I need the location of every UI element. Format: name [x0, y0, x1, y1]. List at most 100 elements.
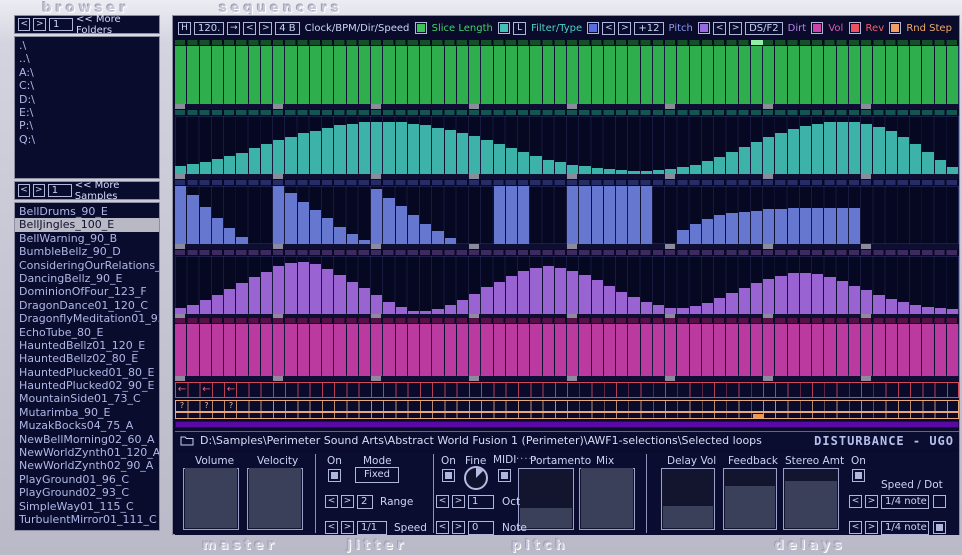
- step-bar[interactable]: [249, 324, 260, 376]
- step-bar[interactable]: [775, 324, 786, 376]
- filter-checkbox[interactable]: [498, 22, 510, 34]
- step-bar[interactable]: [420, 125, 431, 174]
- step-bar[interactable]: [898, 324, 909, 376]
- step-bar[interactable]: [837, 122, 848, 174]
- step-bar[interactable]: [224, 46, 235, 104]
- step-bar[interactable]: [457, 324, 468, 376]
- sample-item[interactable]: NewBellMorning02_60_A: [15, 433, 159, 446]
- random-step-icon[interactable]: ?: [201, 401, 213, 411]
- step-bar[interactable]: [653, 324, 664, 376]
- step-bar[interactable]: [543, 324, 554, 376]
- step-bar[interactable]: [714, 46, 725, 104]
- folder-item[interactable]: C:\: [15, 79, 159, 92]
- step-bar[interactable]: [494, 186, 505, 244]
- step-bar[interactable]: [886, 299, 897, 314]
- folder-item[interactable]: .\: [15, 39, 159, 52]
- more-samples-link[interactable]: << More Samples: [75, 180, 156, 202]
- step-bar[interactable]: [800, 46, 811, 104]
- step-bar[interactable]: [187, 324, 198, 376]
- vol-checkbox[interactable]: [811, 22, 823, 34]
- step-bar[interactable]: [322, 324, 333, 376]
- step-bar[interactable]: [849, 324, 860, 376]
- random-step-row[interactable]: ???: [175, 400, 959, 412]
- step-bar[interactable]: [775, 46, 786, 104]
- step-bar[interactable]: [543, 266, 554, 314]
- step-bar[interactable]: [420, 324, 431, 376]
- step-bar[interactable]: [788, 273, 799, 314]
- pitch-checkbox[interactable]: [587, 22, 599, 34]
- step-bar[interactable]: [824, 208, 835, 244]
- sample-item[interactable]: MuzakBocks04_75_A: [15, 419, 159, 432]
- step-bar[interactable]: [200, 207, 211, 244]
- folder-item[interactable]: ..\: [15, 52, 159, 65]
- oct-prev-button[interactable]: <: [436, 495, 449, 508]
- step-bar[interactable]: [310, 131, 321, 175]
- step-bar[interactable]: [763, 137, 774, 174]
- step-bar[interactable]: [812, 46, 823, 104]
- step-bar[interactable]: [947, 46, 958, 104]
- step-bar[interactable]: [849, 46, 860, 104]
- host-sync-button[interactable]: H: [178, 22, 191, 35]
- step-bar[interactable]: [788, 208, 799, 244]
- step-bar[interactable]: [824, 277, 835, 314]
- samples-prev-button[interactable]: <: [18, 184, 30, 197]
- step-bar[interactable]: [567, 186, 578, 244]
- step-bar[interactable]: [347, 324, 358, 376]
- oct-value[interactable]: 1: [468, 495, 494, 509]
- step-bar[interactable]: [616, 324, 627, 376]
- step-bar[interactable]: [653, 46, 664, 104]
- sample-item[interactable]: MountainSide01_73_C: [15, 392, 159, 405]
- note-prev-button[interactable]: <: [436, 521, 449, 534]
- step-bar[interactable]: [922, 307, 933, 314]
- jitter-speed-prev-button[interactable]: <: [325, 521, 338, 534]
- delay-speed1-value[interactable]: 1/4 note: [881, 495, 929, 509]
- step-bar[interactable]: [665, 46, 676, 104]
- delay-speed1-prev-button[interactable]: <: [849, 495, 862, 508]
- step-bar[interactable]: [322, 218, 333, 244]
- step-bar[interactable]: [396, 324, 407, 376]
- step-bar[interactable]: [604, 46, 615, 104]
- step-bar[interactable]: [285, 46, 296, 104]
- sample-item[interactable]: PlayGround02_93_C: [15, 486, 159, 499]
- step-bar[interactable]: [579, 275, 590, 314]
- step-bar[interactable]: [726, 293, 737, 314]
- step-bar[interactable]: [861, 46, 872, 104]
- step-bar[interactable]: [910, 305, 921, 314]
- folder-item[interactable]: A:\: [15, 66, 159, 79]
- step-bar[interactable]: [457, 300, 468, 315]
- sample-item[interactable]: BellJingles_100_E: [15, 218, 159, 231]
- step-bar[interactable]: [469, 46, 480, 104]
- step-bar[interactable]: [371, 46, 382, 104]
- delay-speed2-prev-button[interactable]: <: [849, 521, 862, 534]
- step-bar[interactable]: [543, 46, 554, 104]
- step-bar[interactable]: [579, 324, 590, 376]
- step-bar[interactable]: [371, 295, 382, 314]
- step-bar[interactable]: [935, 324, 946, 376]
- step-bar[interactable]: [677, 46, 688, 104]
- sample-item[interactable]: HauntedPlucked02_90_E: [15, 379, 159, 392]
- step-bar[interactable]: [200, 300, 211, 314]
- step-bar[interactable]: [616, 292, 627, 314]
- delay-speed2-next-button[interactable]: >: [865, 521, 878, 534]
- step-bar[interactable]: [212, 159, 223, 174]
- step-bar[interactable]: [200, 162, 211, 174]
- step-bar[interactable]: [726, 46, 737, 104]
- sample-item[interactable]: SimpleWay01_115_C: [15, 500, 159, 513]
- step-bar[interactable]: [555, 324, 566, 376]
- step-bar[interactable]: [873, 127, 884, 174]
- step-bar[interactable]: [371, 122, 382, 174]
- folders-page-value[interactable]: 1: [49, 18, 73, 31]
- step-bar[interactable]: [285, 193, 296, 244]
- step-bar[interactable]: [592, 186, 603, 244]
- step-bar[interactable]: [383, 324, 394, 376]
- step-bar[interactable]: [347, 46, 358, 104]
- step-bar[interactable]: [469, 324, 480, 376]
- step-bar[interactable]: [922, 324, 933, 376]
- step-bar[interactable]: [824, 324, 835, 376]
- oct-next-button[interactable]: >: [452, 495, 465, 508]
- step-bar[interactable]: [224, 289, 235, 314]
- step-bar[interactable]: [481, 46, 492, 104]
- pitch-value[interactable]: +12: [634, 22, 663, 35]
- step-bar[interactable]: [763, 209, 774, 244]
- folder-item[interactable]: P:\: [15, 119, 159, 132]
